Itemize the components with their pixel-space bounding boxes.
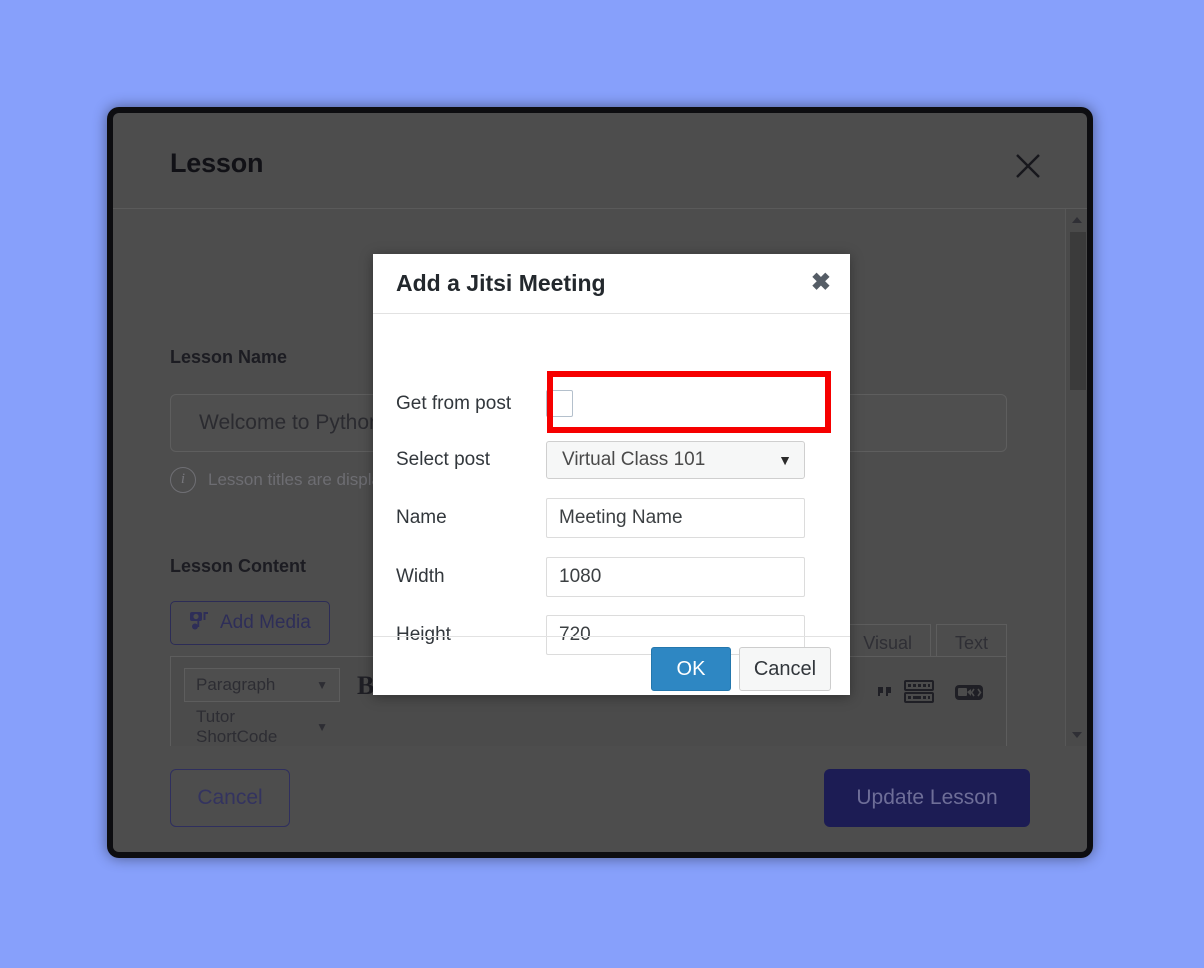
info-icon: i [170, 467, 196, 493]
bold-button[interactable]: B [357, 671, 374, 701]
lesson-modal-footer: Cancel Update Lesson [113, 746, 1087, 851]
lesson-name-label: Lesson Name [170, 347, 288, 367]
jitsi-dialog-title: Add a Jitsi Meeting [396, 270, 606, 296]
quote-icon[interactable] [877, 684, 893, 707]
chevron-down-icon: ▼ [316, 720, 328, 734]
chevron-down-icon: ▼ [316, 678, 328, 692]
select-post-label: Select post [396, 449, 490, 470]
jitsi-dialog-header: Add a Jitsi Meeting ✖ [373, 254, 850, 314]
meeting-width-label: Width [396, 566, 445, 587]
chevron-down-icon[interactable] [1066, 726, 1087, 744]
paragraph-format-select[interactable]: Paragraph ▼ [184, 668, 340, 702]
cancel-button[interactable]: Cancel [739, 647, 831, 691]
close-icon[interactable]: ✖ [811, 271, 831, 295]
tutor-shortcode-value: Tutor ShortCode [196, 707, 278, 746]
get-from-post-label: Get from post [396, 392, 512, 414]
meeting-name-input[interactable]: Meeting Name [546, 498, 805, 538]
ok-button[interactable]: OK [651, 647, 731, 691]
meeting-width-row: Width 1080 [373, 557, 850, 597]
add-media-button[interactable]: Add Media [170, 601, 330, 645]
paragraph-format-value: Paragraph [196, 675, 276, 694]
chevron-up-icon[interactable] [1066, 211, 1087, 229]
meeting-width-input[interactable]: 1080 [546, 557, 805, 597]
update-lesson-button[interactable]: Update Lesson [824, 769, 1030, 827]
jitsi-dialog-body: Get from post Select post Virtual Class … [373, 314, 850, 655]
modal-vertical-scrollbar[interactable] [1065, 209, 1087, 746]
lesson-content-label: Lesson Content [170, 556, 307, 576]
get-from-post-checkbox[interactable] [546, 390, 573, 417]
meeting-name-row: Name Meeting Name [373, 498, 850, 538]
page-title: Lesson [170, 148, 264, 178]
select-post-value: Virtual Class 101 [562, 449, 706, 470]
video-code-icon[interactable] [954, 679, 984, 710]
close-icon[interactable] [1011, 149, 1045, 183]
scrollbar-thumb[interactable] [1070, 232, 1086, 390]
cancel-button[interactable]: Cancel [170, 769, 290, 827]
select-post-row: Select post Virtual Class 101 ▼ [373, 441, 850, 479]
caret-down-icon: ▼ [778, 452, 792, 468]
media-icon [189, 610, 211, 637]
jitsi-meeting-dialog: Add a Jitsi Meeting ✖ Get from post Sele… [373, 254, 850, 695]
select-post-dropdown[interactable]: Virtual Class 101 ▼ [546, 441, 805, 479]
lesson-modal-header: Lesson [113, 113, 1087, 209]
meeting-name-label: Name [396, 507, 447, 528]
add-media-label: Add Media [220, 612, 311, 633]
jitsi-dialog-footer: OK Cancel [373, 636, 850, 696]
tutor-shortcode-select[interactable]: Tutor ShortCode ▼ [184, 707, 340, 746]
keyboard-icon[interactable] [904, 679, 934, 710]
get-from-post-row: Get from post [373, 390, 850, 417]
